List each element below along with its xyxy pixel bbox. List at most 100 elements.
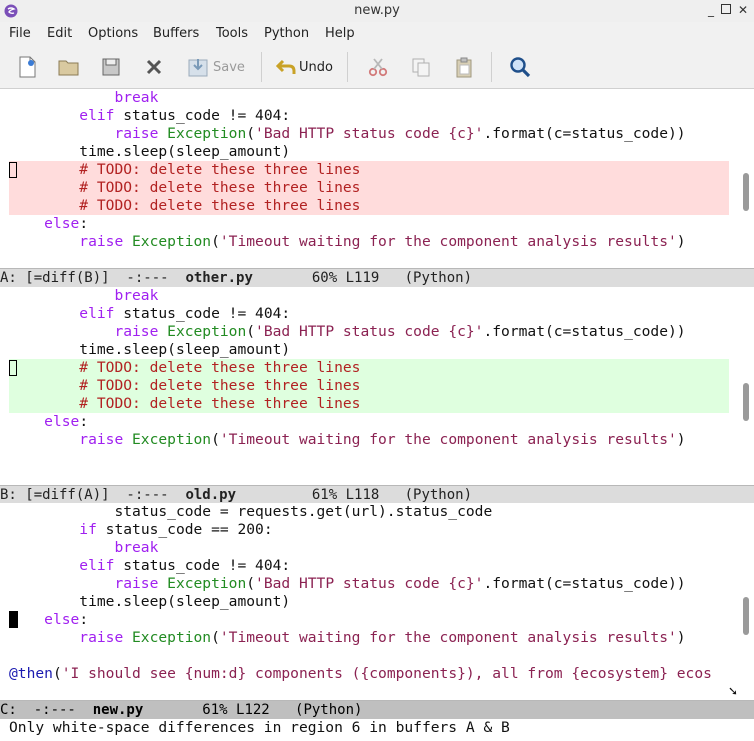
code-token: Exception [132,431,212,448]
code-token: ( [211,431,220,448]
code-token: status_code == 200: [105,521,273,538]
code-token: ) [676,629,686,646]
save-icon [188,59,208,77]
code-line: # TODO: delete these three lines [9,377,360,395]
maximize-icon[interactable] [719,3,733,17]
code-token: 'Timeout waiting for the component analy… [219,431,677,448]
scissors-icon [368,58,388,77]
code-line: else: [9,413,88,431]
save-label: Save [213,59,245,75]
code-token: raise [114,323,168,340]
menu-buffers[interactable]: Buffers [153,26,199,41]
minibuffer-message: Only white-space differences in region 6… [0,719,754,741]
undo-button[interactable]: Undo [275,54,333,80]
kill-buffer-button[interactable] [143,54,165,80]
open-folder-button[interactable] [57,54,81,80]
search-button[interactable] [508,54,532,80]
disk-button[interactable] [100,54,122,80]
code-line: if status_code == 200: [9,521,273,539]
scrollbar-c[interactable] [740,503,752,701]
toolbar: Save Undo [0,46,754,89]
code-token: Exception [167,125,247,142]
code-line: # TODO: delete these three lines [9,161,360,179]
menu-options[interactable]: Options [88,26,138,41]
code-token: ( [52,665,62,682]
scrollbar-thumb[interactable] [743,173,749,211]
new-file-icon [19,56,36,78]
code-token: # TODO: delete these three lines [79,377,361,394]
paste-button[interactable] [453,54,475,80]
diff-pane-a[interactable]: break elif status_code != 404: raise Exc… [0,89,754,268]
code-line: else: [9,611,88,629]
minimize-icon[interactable]: _ [704,3,718,17]
code-token: raise [79,233,133,250]
code-token: raise [79,431,133,448]
code-token: 'I should see {num:d} components ({compo… [61,665,712,682]
clipboard-icon [456,57,472,78]
scrollbar-b[interactable] [740,287,752,485]
code-token: : [79,413,89,430]
menu-edit[interactable]: Edit [47,26,72,41]
modeline-b: B: [=diff(A)] -:--- old.py 61% L118 (Pyt… [0,485,754,504]
code-token: elif [79,107,115,124]
code-line: time.sleep(sleep_amount) [9,341,290,359]
folder-icon [58,60,79,76]
save-button[interactable]: Save [187,54,245,80]
code-token: # TODO: delete these three lines [79,395,361,412]
floppy-icon [102,58,120,76]
menu-tools[interactable]: Tools [216,26,248,41]
code-token: 'Bad HTTP status code {c}' [255,125,484,142]
code-line: break [9,89,158,107]
buffer-name: old.py [185,487,237,503]
code-token: break [114,539,159,556]
menu-help[interactable]: Help [325,26,355,41]
code-token: else [44,611,80,628]
code-token: ( [246,125,256,142]
code-token: : [79,611,89,628]
code-line: time.sleep(sleep_amount) [9,593,290,611]
cut-button[interactable] [367,54,389,80]
code-token: if [79,521,97,538]
scrollbar-thumb[interactable] [743,597,749,635]
new-file-button[interactable] [16,54,38,80]
code-token: status_code != 404: [123,305,291,322]
code-line: status_code = requests.get(url).status_c… [9,503,492,521]
toolbar-separator [347,52,348,82]
code-line: raise Exception('Bad HTTP status code {c… [9,575,685,593]
close-icon [146,59,162,75]
code-token: ( [211,233,220,250]
diff-pane-c[interactable]: status_code = requests.get(url).status_c… [0,503,754,701]
code-line: raise Exception('Timeout waiting for the… [9,629,686,647]
search-icon [510,57,531,78]
code-token: .format(c=status_code)) [483,323,686,340]
code-token: break [114,287,159,304]
diff-pane-b[interactable]: break elif status_code != 404: raise Exc… [0,287,754,485]
code-token: status_code != 404: [123,107,291,124]
copy-icon [412,58,430,77]
scrollbar-thumb[interactable] [743,383,749,421]
undo-label: Undo [299,59,333,75]
code-token: 'Timeout waiting for the component analy… [219,629,677,646]
menu-python[interactable]: Python [264,26,309,41]
code-line: raise Exception('Bad HTTP status code {c… [9,323,686,341]
scrollbar-a[interactable] [740,89,752,268]
code-line: # TODO: delete these three lines [9,197,360,215]
window-title: new.py [354,3,400,18]
close-window-icon[interactable]: ✕ [736,3,750,17]
title-bar: new.py _ ✕ [0,0,754,23]
code-token: raise [114,575,168,592]
code-token: # TODO: delete these three lines [79,179,361,196]
code-token: raise [79,629,133,646]
code-token: ) [676,431,686,448]
code-line: break [9,539,158,557]
modeline-c: C: -:--- new.py 61% L122 (Python) [0,700,754,719]
menu-file[interactable]: File [9,26,31,41]
code-token: elif [79,557,115,574]
code-line: else: [9,215,88,233]
code-token: 'Bad HTTP status code {c}' [255,323,484,340]
code-token: else [44,413,80,430]
code-line: @then('I should see {num:d} components (… [9,665,712,683]
code-token: Exception [132,629,212,646]
buffer-name: new.py [92,702,144,718]
copy-button[interactable] [410,54,432,80]
